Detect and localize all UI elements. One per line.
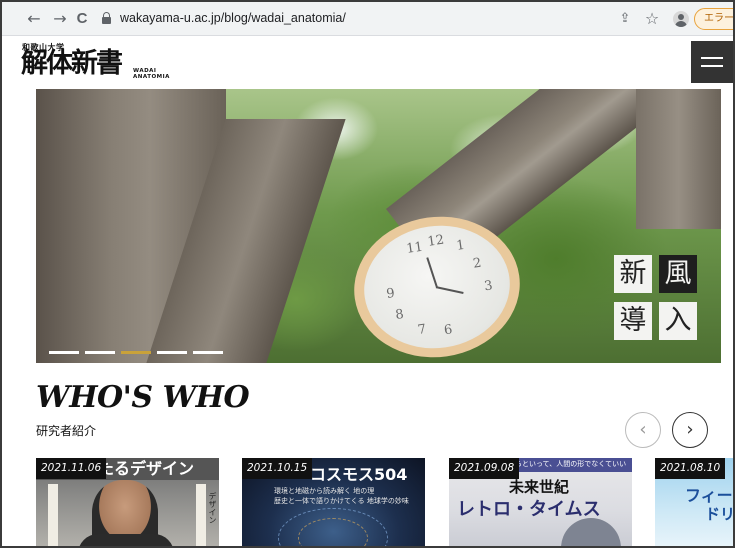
carousel-prev-button[interactable]: ‹	[625, 412, 661, 448]
clock-number: 11	[405, 239, 424, 257]
clock-number: 6	[443, 322, 454, 339]
tree-trunk-far-right	[636, 89, 721, 229]
card-headline: たるデザイン	[98, 459, 195, 478]
share-icon[interactable]: ⇪	[615, 9, 635, 29]
site-logo-subtitle: WADAI ANATOMIA	[133, 68, 170, 80]
clock-number: 12	[426, 232, 446, 250]
slide-indicator-dot[interactable]	[157, 351, 187, 354]
card-headline: コスモス504	[310, 465, 408, 484]
section-title: WHO'S WHO	[36, 380, 250, 415]
hero-kanji-tile: 導	[614, 302, 652, 340]
card-headline-2: ドリ	[705, 505, 735, 523]
researcher-card[interactable]: コスモス504 環境と地磁から読み解く 地の理 歴史と一体で語りかけてくる 地球…	[242, 458, 425, 546]
menu-bar-icon	[701, 65, 723, 67]
back-arrow-icon[interactable]: ←	[24, 9, 44, 29]
url-text[interactable]: wakayama-u.ac.jp/blog/wadai_anatomia/	[120, 11, 346, 25]
card-headline-2: レトロ・タイムス	[457, 499, 601, 520]
error-badge[interactable]: エラー ⋮	[694, 8, 734, 30]
clock-hand	[435, 286, 464, 294]
clock-number: 3	[483, 278, 494, 295]
card-date: 2021.11.06	[36, 458, 107, 479]
card-date: 2021.10.15	[242, 458, 313, 479]
clock-hand	[426, 257, 439, 289]
slide-indicator-dot[interactable]	[121, 351, 151, 354]
profile-avatar-icon[interactable]	[673, 11, 689, 27]
lock-icon	[102, 12, 111, 24]
hamburger-menu-button[interactable]	[691, 41, 733, 83]
card-banner-text: らといって、人間の形でなくていい	[515, 460, 627, 468]
slide-indicator-dot[interactable]	[49, 351, 79, 354]
card-caption-line1: 環境と地磁から読み解く 地の理	[274, 487, 375, 495]
card-date: 2021.08.10	[655, 458, 726, 479]
researcher-card[interactable]: らといって、人間の形でなくていい 未来世紀 レトロ・タイムス 2021.09.0…	[449, 458, 632, 546]
bookmark-star-icon[interactable]: ☆	[642, 9, 662, 29]
slide-indicator-dot[interactable]	[193, 351, 223, 354]
error-label: エラー	[704, 13, 734, 24]
address-bar[interactable]: wakayama-u.ac.jp/blog/wadai_anatomia/	[94, 7, 609, 31]
clock-number: 1	[455, 237, 466, 254]
hero-kanji-tile: 入	[659, 302, 697, 340]
carousel-next-button[interactable]: ›	[672, 412, 708, 448]
menu-bar-icon	[701, 57, 723, 59]
researcher-card[interactable]: フィー ドリ 2021.08.10	[655, 458, 735, 546]
forward-arrow-icon[interactable]: →	[50, 9, 70, 29]
slide-indicator-dot[interactable]	[85, 351, 115, 354]
clock-number: 8	[394, 306, 405, 323]
browser-toolbar: ← → C wakayama-u.ac.jp/blog/wadai_anatom…	[2, 2, 734, 36]
reload-icon[interactable]: C	[72, 9, 92, 29]
clock-number: 9	[385, 286, 396, 303]
section-subtitle: 研究者紹介	[36, 424, 97, 438]
card-headline: 未来世紀	[509, 478, 570, 496]
card-caption-line2: 歴史と一体で語りかけてくる 地球学の妙味	[274, 497, 409, 505]
clock-number: 2	[472, 255, 483, 272]
clock-number: 7	[416, 322, 428, 339]
card-side-text: デザイン	[208, 492, 217, 524]
hero-slider[interactable]: 11 12 1 2 3 9 8 7 6 新 風 導 入	[36, 89, 721, 363]
browser-window: ← → C wakayama-u.ac.jp/blog/wadai_anatom…	[0, 0, 735, 548]
site-logo-title[interactable]: 解体新書	[21, 49, 123, 79]
hero-kanji-tile: 新	[614, 255, 652, 293]
logo-subtitle-line2: ANATOMIA	[133, 74, 170, 80]
researcher-card[interactable]: たるデザイン デザイン 2021.11.06	[36, 458, 219, 546]
hero-kanji-tile: 風	[659, 255, 697, 293]
card-date: 2021.09.08	[449, 458, 520, 479]
